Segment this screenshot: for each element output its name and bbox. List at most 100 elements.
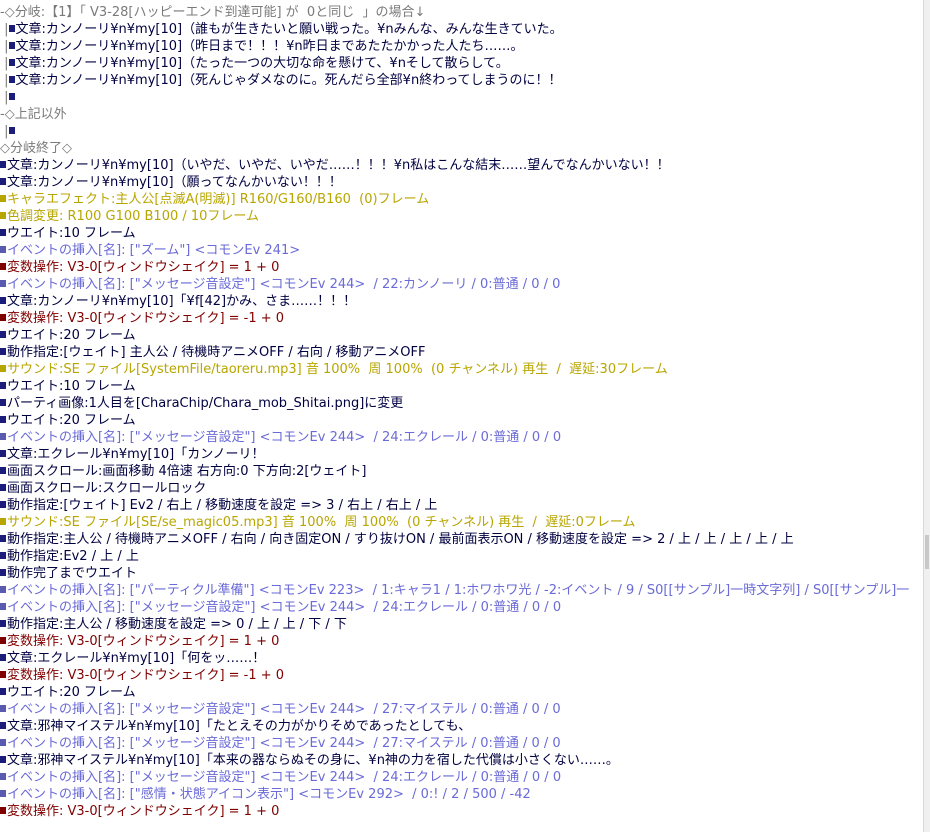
command-type-square-icon [8, 42, 15, 49]
command-line[interactable]: 色調変更: R100 G100 B100 / 10フレーム [0, 208, 259, 225]
command-line[interactable]: ウエイト:20 フレーム [0, 684, 136, 701]
command-line[interactable]: ウエイト:10 フレーム [0, 225, 136, 242]
command-line[interactable]: 文章:邪神マイステル¥n¥my[10]「たとえその力がかりそめであったとしても、 [0, 718, 471, 735]
command-line[interactable]: 文章:カンノーリ¥n¥my[10]（いやだ、いやだ、いやだ……！！！¥n私はこん… [0, 157, 670, 174]
command-type-square-icon [0, 637, 6, 644]
command-line[interactable]: パーティ画像:1人目を[CharaChip/Chara_mob_Shitai.p… [0, 395, 403, 412]
command-text: 文章:カンノーリ¥n¥my[10]（願ってなんかいない！！！ [7, 175, 342, 190]
branch-indent-marker: | [0, 90, 9, 105]
command-type-square-icon [0, 484, 6, 491]
command-line[interactable]: | 文章:カンノーリ¥n¥my[10]（たった一つの大切な命を懸けて、¥nそして散… [0, 55, 509, 72]
command-line[interactable]: イベントの挿入[名]: ["メッセージ音設定"] <コモンEv 244> / 2… [0, 701, 561, 718]
command-type-square-icon [0, 773, 6, 780]
command-line[interactable]: | 文章:カンノーリ¥n¥my[10]（死んじゃダメなのに。死んだら全部¥n終わっ… [0, 72, 561, 89]
command-line[interactable]: イベントの挿入[名]: ["ズーム"] <コモンEv 241> [0, 242, 300, 259]
command-type-square-icon [0, 348, 6, 355]
command-line[interactable]: 変数操作: V3-0[ウィンドウシェイク] = -1 + 0 [0, 667, 284, 684]
command-line[interactable]: -◇分岐:【1】「 V3-28[ハッピーエンド到達可能] が 0と同じ 」の場合… [0, 4, 425, 21]
command-text: 変数操作: V3-0[ウィンドウシェイク] = 1 + 0 [7, 804, 280, 819]
command-type-square-icon [8, 25, 15, 32]
command-line[interactable]: 変数操作: V3-0[ウィンドウシェイク] = -1 + 0 [0, 310, 284, 327]
command-type-square-icon [0, 195, 6, 202]
command-line[interactable]: | [0, 123, 16, 140]
command-text: イベントの挿入[名]: ["メッセージ音設定"] <コモンEv 244> / 2… [7, 736, 561, 751]
command-type-square-icon [0, 399, 6, 406]
command-line[interactable]: ウエイト:20 フレーム [0, 412, 136, 429]
command-type-square-icon [0, 450, 6, 457]
command-line[interactable]: 画面スクロール:画面移動 4倍速 右方向:0 下方向:2[ウェイト] [0, 463, 367, 480]
command-type-square-icon [0, 314, 6, 321]
command-line[interactable]: 変数操作: V3-0[ウィンドウシェイク] = 1 + 0 [0, 633, 279, 650]
command-text: イベントの挿入[名]: ["ズーム"] <コモンEv 241> [7, 243, 301, 258]
command-line[interactable]: イベントの挿入[名]: ["感情・状態アイコン表示"] <コモンEv 292> … [0, 786, 531, 803]
command-type-square-icon [8, 59, 15, 66]
command-text: 画面スクロール:画面移動 4倍速 右方向:0 下方向:2[ウェイト] [7, 464, 367, 479]
command-line[interactable]: キャラエフェクト:主人公[点滅A(明滅)] R160/G160/B160 (0)… [0, 191, 429, 208]
command-type-square-icon [0, 620, 6, 627]
command-text: 文章:カンノーリ¥n¥my[10]（たった一つの大切な命を懸けて、¥nそして散ら… [15, 56, 509, 71]
command-text: ウエイト:20 フレーム [7, 328, 136, 343]
command-line[interactable]: | [0, 89, 16, 106]
command-line[interactable]: イベントの挿入[名]: ["メッセージ音設定"] <コモンEv 244> / 2… [0, 429, 561, 446]
command-type-square-icon [0, 518, 6, 525]
command-text: 文章:邪神マイステル¥n¥my[10]「たとえその力がかりそめであったとしても、 [7, 719, 472, 734]
command-type-square-icon [0, 263, 6, 270]
command-line[interactable]: サウンド:SE ファイル[SystemFile/taoreru.mp3] 音 1… [0, 361, 668, 378]
command-text: 動作完了までウエイト [7, 566, 138, 581]
command-type-square-icon [0, 671, 6, 678]
branch-indent-marker: | [0, 124, 9, 139]
command-line[interactable]: サウンド:SE ファイル[SE/se_magic05.mp3] 音 100% 周… [0, 514, 635, 531]
command-line[interactable]: 動作完了までウエイト [0, 565, 137, 582]
command-text: ウエイト:10 フレーム [7, 379, 136, 394]
command-line[interactable]: 文章:カンノーリ¥n¥my[10]（願ってなんかいない！！！ [0, 174, 342, 191]
command-type-square-icon [0, 280, 6, 287]
command-line[interactable]: 変数操作: V3-0[ウィンドウシェイク] = 1 + 0 [0, 259, 279, 276]
command-line[interactable]: イベントの挿入[名]: ["メッセージ音設定"] <コモンEv 244> / 2… [0, 599, 561, 616]
command-line[interactable]: 画面スクロール:スクロールロック [0, 480, 206, 497]
command-line[interactable]: 動作指定:[ウェイト] Ev2 / 右上 / 移動速度を設定 => 3 / 右上… [0, 497, 437, 514]
command-line[interactable]: | 文章:カンノーリ¥n¥my[10]（誰もが生きたいと願い戦った。¥nみんな、み… [0, 21, 563, 38]
command-text: 変数操作: V3-0[ウィンドウシェイク] = 1 + 0 [7, 634, 280, 649]
command-type-square-icon [0, 297, 6, 304]
command-line[interactable]: 文章:エクレール¥n¥my[10]「カンノーリ！ [0, 446, 265, 463]
command-line[interactable]: 動作指定:Ev2 / 上 / 上 [0, 548, 139, 565]
command-line[interactable]: 変数操作: V3-0[ウィンドウシェイク] = 1 + 0 [0, 803, 279, 820]
event-command-list[interactable]: -◇分岐:【1】「 V3-28[ハッピーエンド到達可能] が 0と同じ 」の場合… [0, 0, 924, 832]
command-text: ◇分岐:【1】「 V3-28[ハッピーエンド到達可能] が 0と同じ 」の場合↓ [4, 5, 426, 20]
command-line[interactable]: イベントの挿入[名]: ["メッセージ音設定"] <コモンEv 244> / 2… [0, 735, 561, 752]
command-line[interactable]: -◇上記以外 [0, 106, 67, 123]
command-text: イベントの挿入[名]: ["メッセージ音設定"] <コモンEv 244> / 2… [7, 702, 561, 717]
command-text: 文章:カンノーリ¥n¥my[10]（昨日まで！！！¥n昨日まであたたかかった人た… [15, 39, 524, 54]
command-line[interactable]: イベントの挿入[名]: ["メッセージ音設定"] <コモンEv 244> / 2… [0, 276, 560, 293]
command-line[interactable]: 動作指定:主人公 / 移動速度を設定 => 0 / 上 / 上 / 下 / 下 [0, 616, 347, 633]
command-text: ウエイト:10 フレーム [7, 226, 136, 241]
command-line[interactable]: ウエイト:20 フレーム [0, 327, 136, 344]
command-text: イベントの挿入[名]: ["メッセージ音設定"] <コモンEv 244> / 2… [7, 770, 562, 785]
command-type-square-icon [0, 212, 6, 219]
command-type-square-icon [0, 535, 6, 542]
command-line[interactable]: 文章:邪神マイステル¥n¥my[10]「本来の器ならぬその身に、¥n神の力を宿し… [0, 752, 619, 769]
command-type-square-icon [8, 93, 15, 100]
command-text: 色調変更: R100 G100 B100 / 10フレーム [7, 209, 260, 224]
command-line[interactable]: イベントの挿入[名]: ["メッセージ音設定"] <コモンEv 244> / 2… [0, 769, 561, 786]
vertical-scrollbar[interactable] [924, 0, 930, 832]
command-text: 文章:カンノーリ¥n¥my[10]（誰もが生きたいと願い戦った。¥nみんな、みん… [15, 22, 563, 37]
command-text: イベントの挿入[名]: ["メッセージ音設定"] <コモンEv 244> / 2… [7, 600, 562, 615]
command-type-square-icon [0, 603, 6, 610]
command-text: ◇上記以外 [4, 107, 67, 122]
scrollbar-thumb[interactable] [925, 535, 929, 569]
command-text: サウンド:SE ファイル[SystemFile/taoreru.mp3] 音 1… [7, 362, 668, 377]
command-line[interactable]: ウエイト:10 フレーム [0, 378, 136, 395]
command-line[interactable]: 動作指定:[ウェイト] 主人公 / 待機時アニメOFF / 右向 / 移動アニメ… [0, 344, 425, 361]
command-text: 文章:カンノーリ¥n¥my[10]（いやだ、いやだ、いやだ……！！！¥n私はこん… [7, 158, 670, 173]
command-line[interactable]: 動作指定:主人公 / 待機時アニメOFF / 右向 / 向き固定ON / すり抜… [0, 531, 794, 548]
command-text: 画面スクロール:スクロールロック [7, 481, 207, 496]
command-type-square-icon [0, 722, 6, 729]
command-text: 文章:邪神マイステル¥n¥my[10]「本来の器ならぬその身に、¥n神の力を宿し… [7, 753, 619, 768]
command-line[interactable]: | 文章:カンノーリ¥n¥my[10]（昨日まで！！！¥n昨日まであたたかかった人… [0, 38, 523, 55]
command-line[interactable]: ◇分岐終了◇ [0, 140, 72, 157]
command-text: 変数操作: V3-0[ウィンドウシェイク] = -1 + 0 [7, 668, 285, 683]
command-line[interactable]: 文章:エクレール¥n¥my[10]「何をッ……！ [0, 650, 265, 667]
command-line[interactable]: イベントの挿入[名]: ["パーティクル準備"] <コモンEv 223> / 1… [0, 582, 909, 599]
command-line[interactable]: 文章:カンノーリ¥n¥my[10]「¥f[42]かみ、さま……！！！ [0, 293, 356, 310]
